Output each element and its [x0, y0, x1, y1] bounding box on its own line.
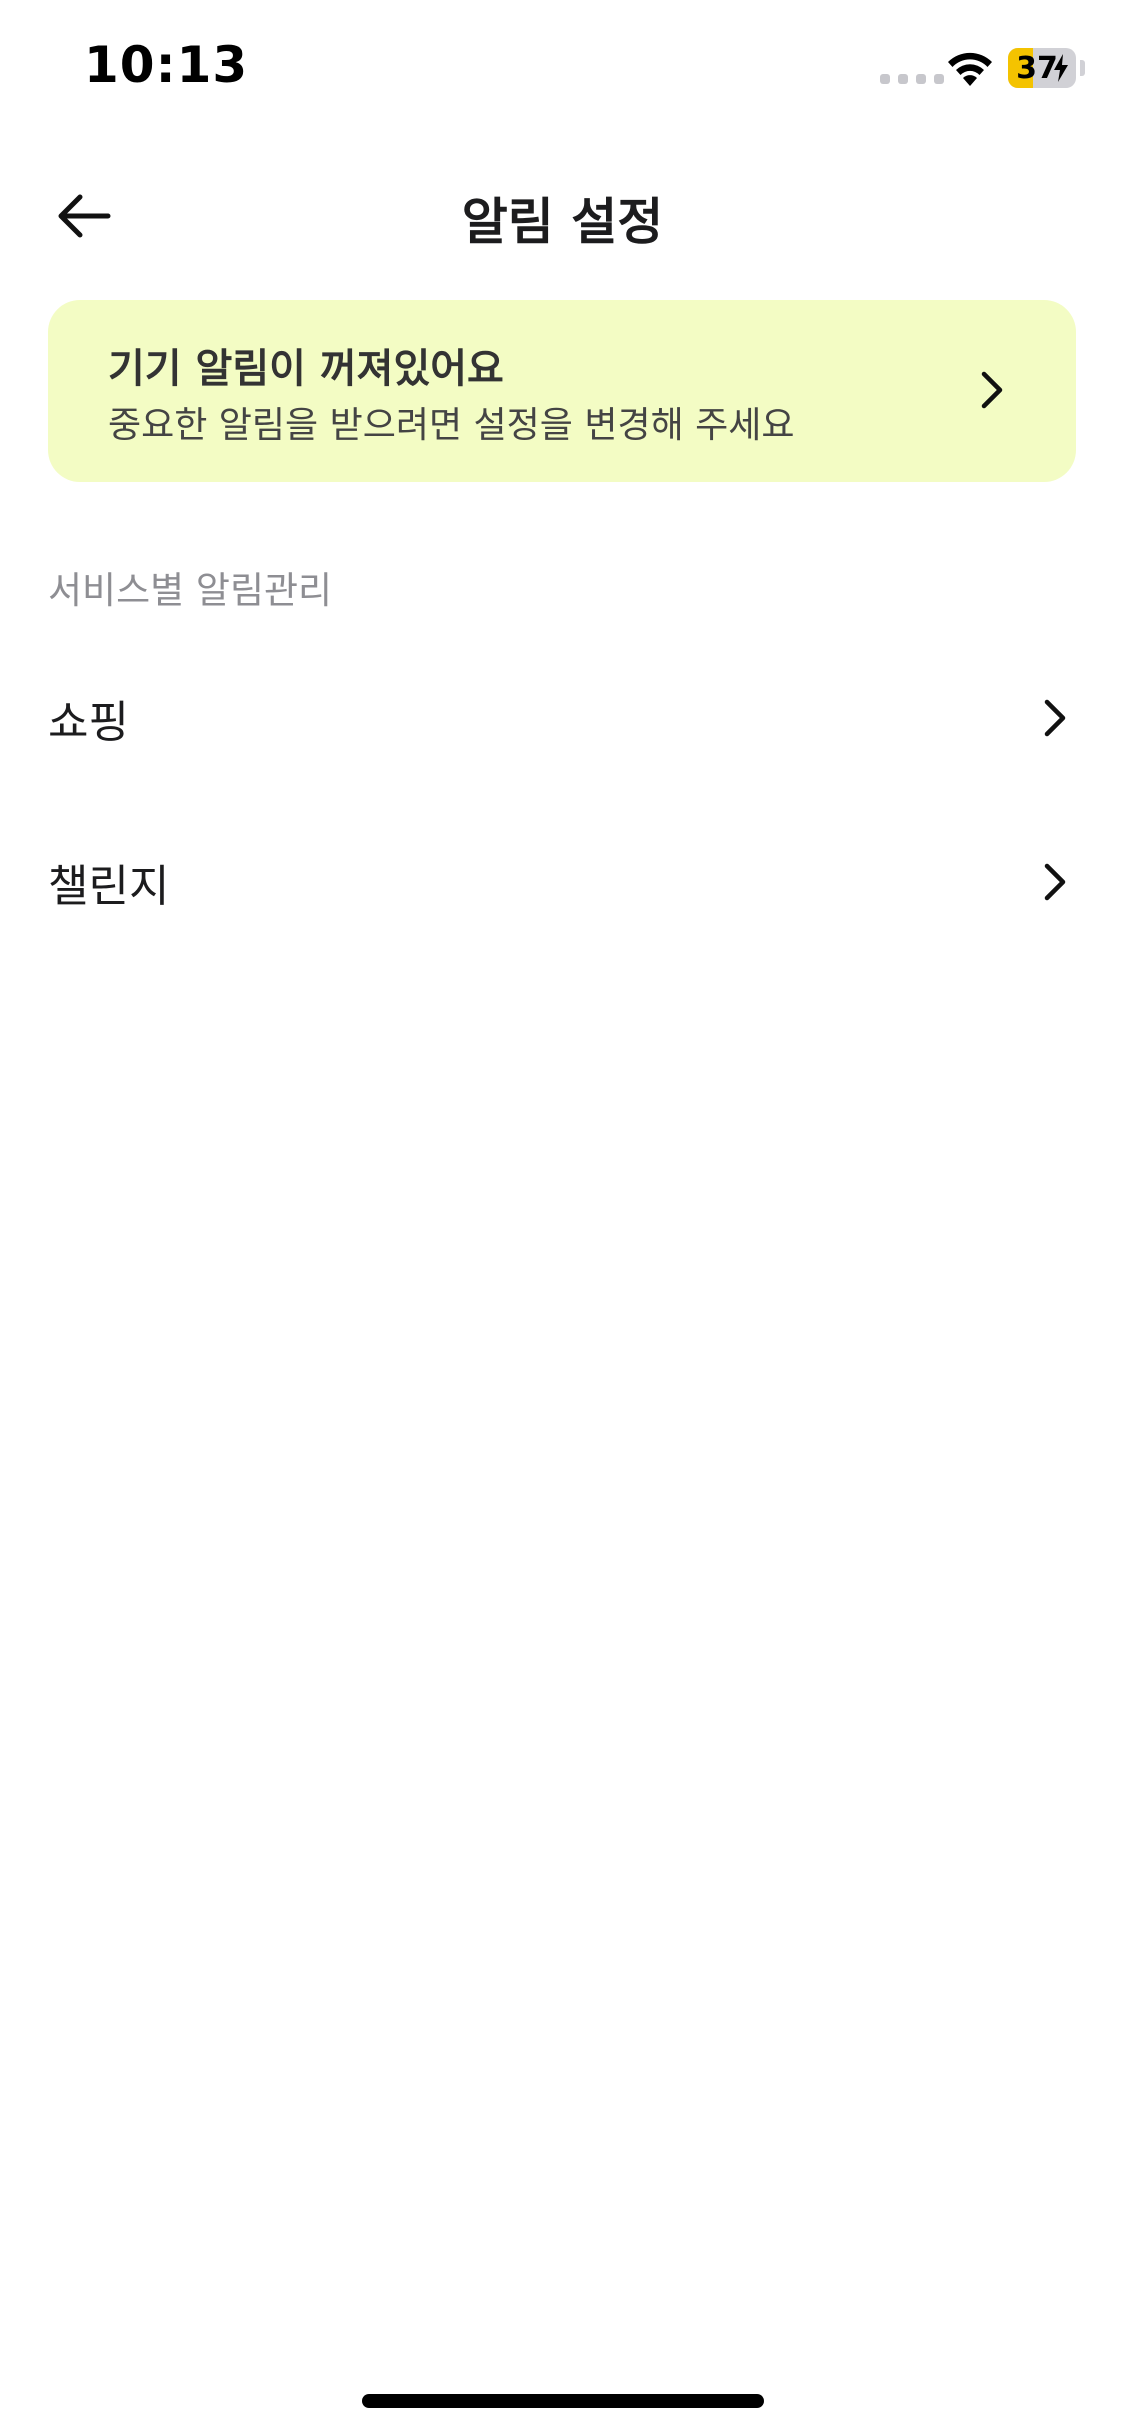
section-header: 서비스별 알림관리: [48, 569, 333, 612]
notification-off-banner[interactable]: 기기 알림이 꺼져있어요 중요한 알림을 받으려면 설정을 변경해 주세요: [48, 300, 1076, 482]
list-item-challenge[interactable]: 챌린지: [0, 800, 1125, 964]
chevron-right-icon: [1044, 699, 1066, 737]
lightning-bolt-icon: [1054, 54, 1068, 82]
list-item-label: 쇼핑: [48, 697, 129, 748]
list-item-shopping[interactable]: 쇼핑: [0, 636, 1125, 800]
banner-subtitle: 중요한 알림을 받으려면 설정을 변경해 주세요: [108, 405, 795, 446]
chevron-right-icon: [1044, 863, 1066, 901]
page-title: 알림 설정: [461, 193, 664, 251]
battery-indicator: 37: [1008, 48, 1076, 88]
cellular-dots-icon: [880, 74, 944, 84]
wifi-icon: [948, 52, 992, 86]
service-notification-list: 쇼핑 챌린지: [0, 636, 1125, 964]
screen: 10:13 37 알림 설정 기기 알림이 꺼져있어요 중요한 알림을 받으려면…: [0, 0, 1125, 2436]
nav-header: 알림 설정: [0, 160, 1125, 272]
chevron-right-icon: [981, 371, 1003, 409]
battery-cap: [1080, 60, 1085, 76]
status-time: 10:13: [84, 36, 249, 94]
list-item-label: 챌린지: [48, 861, 170, 912]
home-indicator[interactable]: [362, 2394, 764, 2408]
banner-title: 기기 알림이 꺼져있어요: [108, 346, 504, 392]
status-bar: 10:13 37: [0, 0, 1125, 140]
